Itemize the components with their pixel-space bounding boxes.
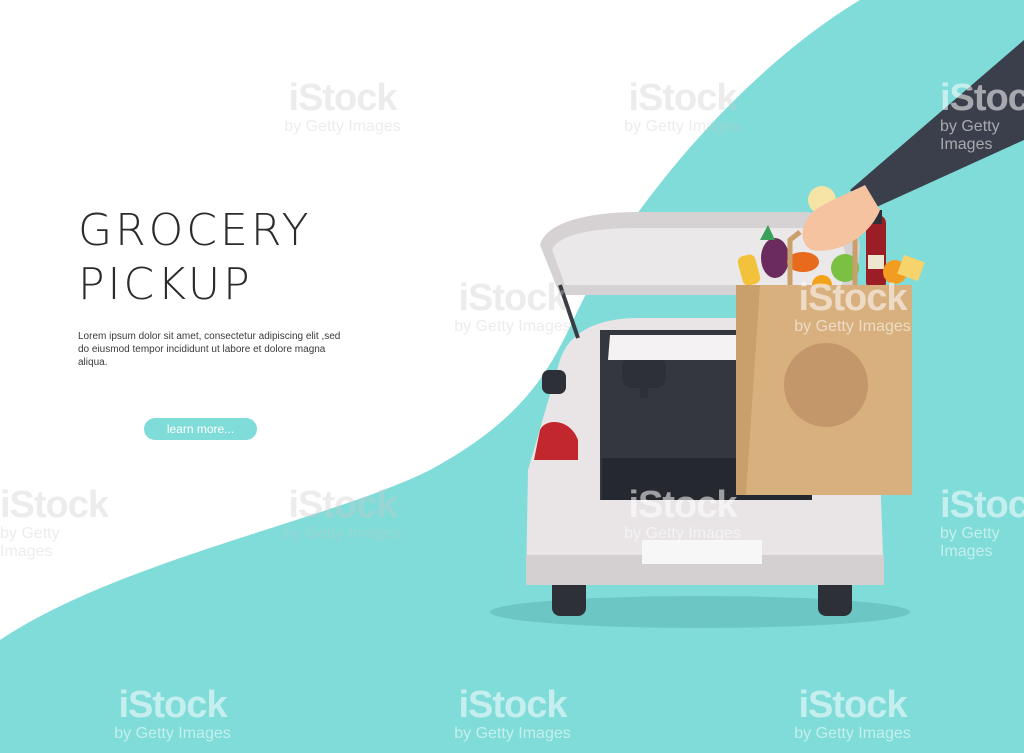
license-plate xyxy=(642,540,762,564)
headrest-left xyxy=(622,358,666,388)
title-line-1: GROCERY xyxy=(78,205,312,256)
illustration xyxy=(0,0,1024,753)
title-line-2: PICKUP xyxy=(78,259,253,310)
hero-description: Lorem ipsum dolor sit amet, consectetur … xyxy=(78,331,341,368)
page-title: GROCERY PICKUP xyxy=(78,204,311,312)
side-mirror xyxy=(542,370,566,394)
bag-logo-circle xyxy=(784,343,868,427)
learn-more-button[interactable]: learn more... xyxy=(144,418,257,440)
